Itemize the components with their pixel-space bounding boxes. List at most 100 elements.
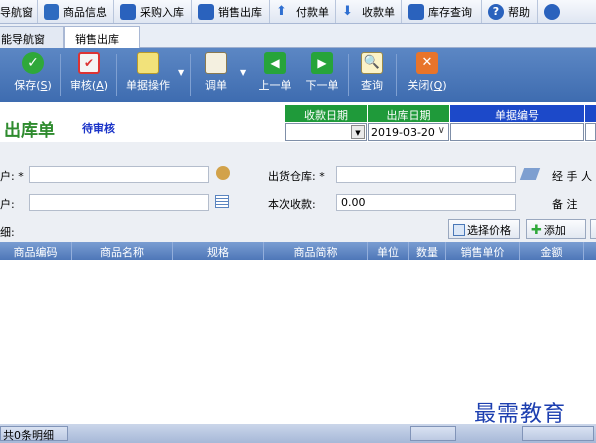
module-label: 付款单	[296, 5, 329, 19]
divider	[190, 54, 191, 96]
paren: )	[103, 79, 109, 92]
column-header[interactable]: 金额	[520, 242, 584, 260]
dropdown-arrow-icon[interactable]: ▼	[351, 125, 365, 139]
module-payment[interactable]: ⬆ 付款单	[270, 0, 336, 23]
save-label: 保存(	[14, 79, 41, 92]
bill-form: 户: * 出货仓库: * 经 手 人 户: 本次收款: 0.00 备 注 细: …	[0, 142, 596, 242]
received-field[interactable]: 0.00	[336, 194, 516, 211]
module-stock-query[interactable]: 库存查询	[402, 0, 482, 23]
save-button[interactable]: ✓ 保存(S)	[12, 52, 54, 98]
warehouse-picker-icon[interactable]	[519, 168, 541, 180]
bill-ops-label: 单据操作	[126, 79, 170, 92]
bill-header: 出库单 待审核 收款日期 出库日期 单据编号 ▼ 2019-03-20 ∨	[0, 102, 596, 142]
bill-no-header: 单据编号	[450, 105, 584, 122]
account-field[interactable]	[29, 194, 209, 211]
column-header[interactable]: 规格	[173, 242, 264, 260]
toolbar: ✓ 保存(S) ✔ 审核(A) 单据操作 ▼ 调单 ▼ ◀ 上一单 ▶ 下一单 …	[0, 48, 596, 102]
divider	[60, 54, 61, 96]
clipboard-icon	[205, 52, 227, 74]
close-label: 关闭(	[407, 79, 434, 92]
column-header[interactable]	[584, 242, 596, 260]
customer-field[interactable]	[29, 166, 209, 183]
purchase-in-icon	[120, 3, 136, 20]
chevron-down-icon[interactable]: ▼	[178, 68, 184, 77]
list-picker-icon[interactable]	[215, 195, 229, 208]
divider	[348, 54, 349, 96]
watermark: 最需教育	[474, 402, 567, 427]
account-label: 户:	[0, 198, 15, 211]
help-icon: ?	[488, 3, 504, 20]
warehouse-field[interactable]	[336, 166, 516, 183]
module-product-info[interactable]: 商品信息	[38, 0, 114, 23]
received-label: 本次收款:	[268, 198, 316, 211]
module-label: 导航窗	[0, 5, 33, 19]
header-extra	[585, 105, 596, 122]
prev-bill-button[interactable]: ◀ 上一单	[256, 52, 294, 98]
column-header[interactable]: 数量	[409, 242, 446, 260]
query-label: 查询	[361, 79, 383, 92]
detail-count: 共0条明细	[0, 426, 68, 442]
module-help[interactable]: ? 帮助	[482, 0, 538, 23]
plus-icon: ✚	[531, 223, 542, 238]
customer-label: 户: *	[0, 170, 24, 183]
detail-label: 细:	[0, 226, 15, 239]
audit-button[interactable]: ✔ 审核(A)	[66, 52, 112, 98]
close-button[interactable]: ✕ 关闭(Q)	[404, 52, 450, 98]
out-date-value: 2019-03-20	[371, 126, 435, 139]
warehouse-label: 出货仓库: *	[268, 170, 325, 183]
stock-query-icon	[408, 3, 424, 20]
module-label: 销售出库	[218, 5, 262, 19]
tab-label: 能导航窗	[1, 33, 45, 46]
receive-date-header: 收款日期	[285, 105, 367, 122]
more-button[interactable]	[590, 219, 596, 239]
call-bill-button[interactable]: 调单	[198, 52, 234, 98]
select-price-button[interactable]: 选择价格	[448, 219, 520, 239]
price-table-icon	[453, 224, 465, 236]
column-header[interactable]: 商品简称	[264, 242, 368, 260]
divider	[396, 54, 397, 96]
module-sales-out[interactable]: 销售出库	[192, 0, 270, 23]
out-date-header: 出库日期	[368, 105, 449, 122]
column-header[interactable]: 销售单价	[446, 242, 520, 260]
add-label: 添加	[543, 224, 566, 237]
header-extra-field[interactable]	[585, 123, 596, 141]
paren: )	[442, 79, 447, 92]
query-button[interactable]: 🔍 查询	[354, 52, 390, 98]
out-date-field[interactable]: 2019-03-20 ∨	[368, 123, 449, 141]
module-navigator[interactable]: 导航窗	[0, 0, 38, 23]
tab-navigator[interactable]: 能导航窗	[0, 26, 64, 48]
column-header[interactable]: 商品名称	[72, 242, 173, 260]
check-icon: ✓	[22, 52, 44, 74]
module-receipt[interactable]: ⬇ 收款单	[336, 0, 402, 23]
sales-out-icon	[198, 3, 214, 20]
module-user[interactable]	[538, 0, 578, 23]
tab-sales-out-bill[interactable]: 销售出库单	[64, 26, 140, 62]
tab-strip: 能导航窗 销售出库单	[0, 24, 596, 62]
module-purchase-in[interactable]: 采购入库	[114, 0, 192, 23]
payment-icon: ⬆	[276, 3, 287, 19]
add-button[interactable]: ✚ 添加	[526, 219, 586, 239]
bill-ops-icon	[137, 52, 159, 74]
product-info-icon	[44, 3, 59, 20]
audit-key: A	[96, 79, 104, 92]
status-box	[522, 426, 594, 441]
column-header[interactable]: 商品编码	[0, 242, 72, 260]
receive-date-field[interactable]: ▼	[285, 123, 367, 141]
customer-picker-icon[interactable]	[216, 166, 230, 180]
user-icon	[544, 3, 560, 20]
module-label: 收款单	[362, 5, 395, 19]
page-title: 出库单	[4, 121, 55, 141]
audit-label: 审核(	[69, 79, 97, 92]
module-label: 商品信息	[63, 5, 107, 19]
chevron-down-icon[interactable]: ∨	[438, 125, 445, 136]
handler-label: 经 手 人	[552, 170, 592, 183]
bill-ops-button[interactable]: 单据操作	[120, 52, 176, 98]
status-box	[410, 426, 456, 441]
column-header[interactable]: 单位	[368, 242, 409, 260]
module-label: 帮助	[508, 5, 530, 19]
next-bill-button[interactable]: ▶ 下一单	[302, 52, 342, 98]
bill-no-field[interactable]	[450, 123, 584, 141]
module-label: 采购入库	[140, 5, 184, 19]
magnifier-icon: 🔍	[361, 52, 383, 74]
chevron-down-icon[interactable]: ▼	[240, 68, 246, 77]
